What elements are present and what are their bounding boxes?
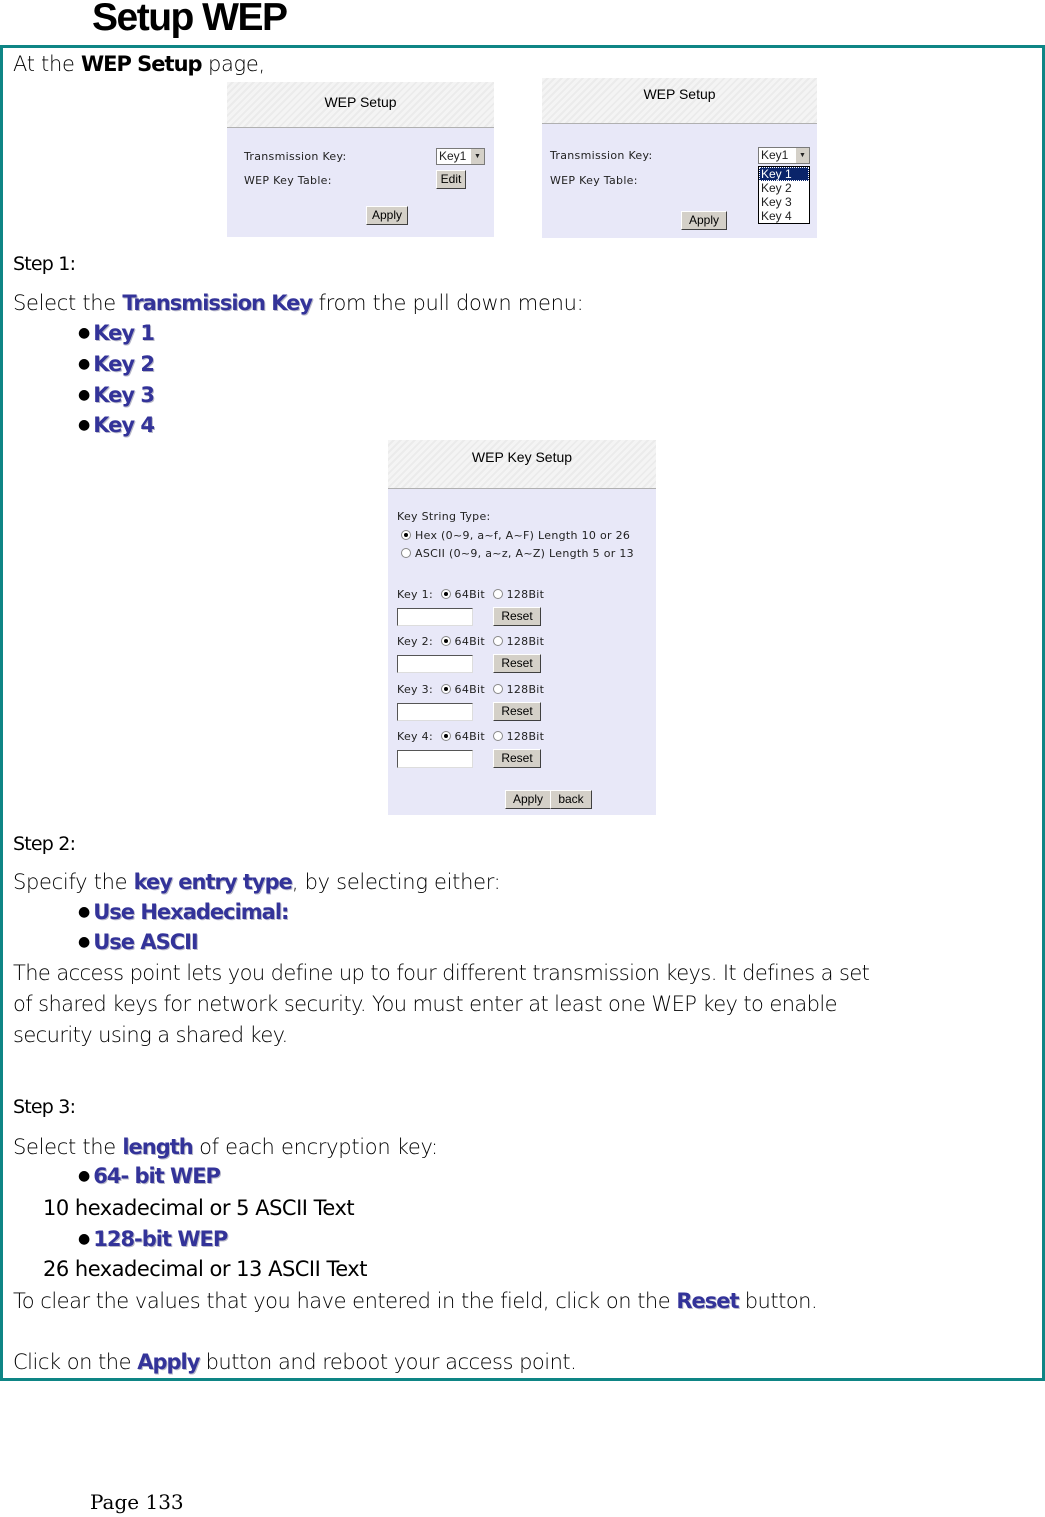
key-3-input[interactable] [397,703,473,721]
reset-button[interactable]: Reset [493,702,541,721]
step-1-label: Step 1: [13,253,76,275]
key-1-row: Key 1: 64Bit 128Bit [397,588,545,601]
wep-setup-screenshot: WEP Setup Transmission Key: Key1 ▼ WEP K… [227,82,494,237]
transmission-key-select[interactable]: Key1 ▼ [436,148,485,165]
paragraph-line: of shared keys for network security. You… [13,992,838,1016]
list-item-description: 10 hexadecimal or 5 ASCII Text [43,1196,355,1220]
key-1-input[interactable] [397,608,473,626]
apply-button[interactable]: Apply [681,211,727,230]
bullet-icon: ● [78,904,91,920]
transmission-key-label: Transmission Key: [244,150,347,163]
page-title: Setup WEP [92,0,288,39]
chevron-down-icon: ▼ [796,148,809,163]
reset-button[interactable]: Reset [493,607,541,626]
list-item: ● Key 3 [78,383,155,407]
bullet-icon: ● [78,1231,91,1247]
bullet-icon: ● [78,1168,91,1184]
chevron-down-icon: ▼ [471,149,484,164]
radio-64bit-selected-icon[interactable] [440,731,451,741]
hex-option[interactable]: Hex (0~9, a~f, A~F) Length 10 or 26 [401,529,630,542]
list-item: ● Use Hexadecimal: [78,900,289,924]
intro-highlight: WEP Setup [80,52,203,76]
bullet-icon: ● [78,356,91,372]
paragraph-line: security using a shared key. [13,1023,288,1047]
key-4-input[interactable] [397,750,473,768]
list-item: ● Key 2 [78,352,155,376]
key-entry-type-highlight: key entry type [133,870,293,894]
intro-suffix: page, [201,52,265,76]
transmission-key-highlight: Transmission Key [122,291,313,315]
radio-64bit-selected-icon[interactable] [440,589,451,599]
apply-button[interactable]: Apply [505,790,551,809]
list-item: ● Use ASCII [78,930,199,954]
wep-key-setup-header: WEP Key Setup [388,440,656,489]
radio-64bit-selected-icon[interactable] [440,684,451,694]
paragraph-line: The access point lets you define up to f… [13,961,870,985]
intro-text: At the WEP Setup page, [13,52,265,76]
key-string-type-label: Key String Type: [397,510,491,523]
wep-key-table-label: WEP Key Table: [550,174,638,187]
bullet-icon: ● [78,387,91,403]
key-4-row: Key 4: 64Bit 128Bit [397,730,545,743]
step-2-label: Step 2: [13,833,76,855]
list-item: ● 64- bit WEP [78,1164,221,1188]
radio-128bit-icon[interactable] [492,589,503,599]
reset-button[interactable]: Reset [493,749,541,768]
apply-highlight: Apply [137,1350,200,1374]
ascii-option[interactable]: ASCII (0~9, a~z, A~Z) Length 5 or 13 [401,547,634,560]
dropdown-option-key-2[interactable]: Key 2 [759,181,809,195]
key-3-row: Key 3: 64Bit 128Bit [397,683,545,696]
transmission-key-label: Transmission Key: [550,149,653,162]
transmission-key-dropdown: Key 1 Key 2 Key 3 Key 4 [758,166,810,224]
dropdown-option-key-3[interactable]: Key 3 [759,195,809,209]
wep-setup-dropdown-screenshot: WEP Setup Transmission Key: Key1 ▼ Key 1… [542,78,817,238]
list-item: ● 128-bit WEP [78,1227,228,1251]
list-item: ● Key 4 [78,413,155,437]
reset-note: To clear the values that you have entere… [13,1289,818,1313]
step-2-text: Specify the key entry type, by selecting… [13,870,501,894]
apply-button[interactable]: Apply [366,206,408,225]
dropdown-option-key-4[interactable]: Key 4 [759,209,809,223]
wep-key-table-label: WEP Key Table: [244,174,332,187]
intro-prefix: At the [13,52,81,76]
radio-unselected-icon[interactable] [401,548,411,558]
bullet-icon: ● [78,417,91,433]
bullet-icon: ● [78,325,91,341]
radio-128bit-icon[interactable] [492,731,503,741]
radio-128bit-icon[interactable] [492,636,503,646]
list-item-description: 26 hexadecimal or 13 ASCII Text [43,1257,367,1281]
step-1-text: Select the Transmission Key from the pul… [13,291,584,315]
list-item: ● Key 1 [78,321,155,345]
radio-selected-icon[interactable] [401,530,411,540]
radio-64bit-selected-icon[interactable] [440,636,451,646]
page-number: Page 133 [90,1490,184,1514]
wep-key-setup-screenshot: WEP Key Setup Key String Type: Hex (0~9,… [388,440,656,815]
key-2-input[interactable] [397,655,473,673]
step-3-label: Step 3: [13,1096,76,1118]
length-highlight: length [122,1135,193,1159]
wep-setup-header: WEP Setup [542,78,817,124]
wep-setup-header: WEP Setup [227,82,494,128]
dropdown-option-key-1[interactable]: Key 1 [759,167,809,181]
back-button[interactable]: back [550,790,592,809]
key-2-row: Key 2: 64Bit 128Bit [397,635,545,648]
radio-128bit-icon[interactable] [492,684,503,694]
apply-note: Click on the Apply button and reboot you… [13,1350,577,1374]
edit-button[interactable]: Edit [436,170,466,189]
reset-button[interactable]: Reset [493,654,541,673]
step-3-text: Select the length of each encryption key… [13,1135,438,1159]
bullet-icon: ● [78,934,91,950]
reset-highlight: Reset [676,1289,739,1313]
transmission-key-select[interactable]: Key1 ▼ [758,147,810,164]
